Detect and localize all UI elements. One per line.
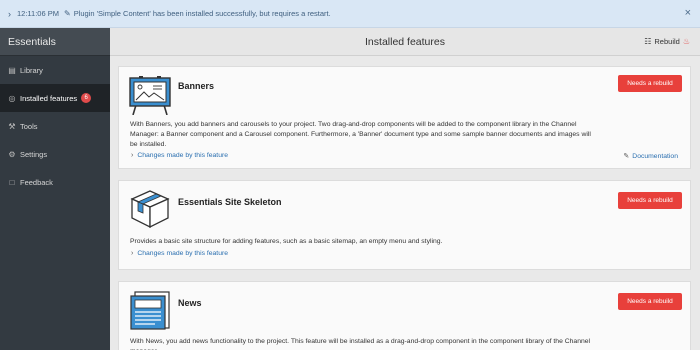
needs-rebuild-button[interactable]: Needs a rebuild (618, 75, 682, 92)
rebuild-label: Rebuild (654, 37, 680, 46)
feature-description: With Banners, you add banners and carous… (130, 121, 591, 148)
notification-bar: › 12:11:06 PM ✎ Plugin 'Simple Content' … (0, 0, 700, 28)
chevron-right-icon: › (131, 152, 134, 159)
changes-link[interactable]: › Changes made by this feature (131, 250, 228, 257)
notification-message: Plugin 'Simple Content' has been install… (73, 9, 331, 18)
chat-icon: □ (9, 177, 15, 187)
page-title: Installed features (365, 36, 445, 48)
sidebar-item-label: Tools (20, 121, 38, 131)
feature-card-news: News Needs a rebuild With News, you add … (118, 281, 691, 350)
changes-label: Changes made by this feature (137, 250, 229, 257)
feature-title: News (178, 298, 202, 308)
feature-description: Provides a basic site structure for addi… (130, 238, 443, 245)
changes-link[interactable]: › Changes made by this feature (131, 152, 228, 159)
sidebar-item-label: Installed features (20, 93, 78, 103)
bell-icon: ♨ (682, 37, 690, 46)
external-link-icon: ✎ (623, 153, 630, 160)
documentation-link[interactable]: ✎ Documentation (623, 152, 678, 161)
notification-time: 12:11:06 PM (17, 9, 59, 18)
rebuild-icon: ☷ (644, 37, 652, 46)
newspaper-icon (129, 290, 171, 330)
sidebar-item-settings[interactable]: ⚙ Settings (0, 140, 110, 168)
feature-title: Essentials Site Skeleton (178, 197, 282, 207)
edit-check-icon: ✎ (63, 9, 71, 18)
sidebar-item-feedback[interactable]: □ Feedback (0, 168, 110, 196)
installed-features-icon: ◎ (8, 93, 16, 103)
sidebar-item-label: Library (20, 65, 43, 75)
needs-rebuild-button[interactable]: Needs a rebuild (618, 192, 682, 209)
feature-card-site-skeleton: Essentials Site Skeleton Needs a rebuild… (118, 180, 691, 270)
box-icon (129, 189, 171, 229)
rebuild-button[interactable]: ☷ Rebuild ♨ (644, 37, 690, 46)
sidebar: Essentials ▤ Library ◎ Installed feature… (0, 28, 110, 350)
feature-card-banners: Banners Needs a rebuild With Banners, yo… (118, 66, 691, 169)
gear-icon: ⚙ (8, 149, 16, 159)
sidebar-item-installed-features[interactable]: ◎ Installed features 6 (0, 84, 110, 112)
feature-description: With News, you add news functionality to… (130, 338, 591, 350)
close-icon[interactable]: × (685, 7, 691, 19)
header-bar: Installed features ☷ Rebuild ♨ (110, 28, 700, 56)
sidebar-item-tools[interactable]: ⚒ Tools (0, 112, 110, 140)
banners-icon (129, 75, 171, 116)
sidebar-item-library[interactable]: ▤ Library (0, 56, 110, 84)
wrench-icon: ⚒ (8, 121, 16, 131)
main-content: Banners Needs a rebuild With Banners, yo… (110, 56, 700, 350)
library-icon: ▤ (8, 65, 16, 75)
sidebar-title: Essentials (0, 28, 110, 56)
sidebar-item-label: Feedback (20, 177, 53, 187)
feature-title: Banners (178, 81, 215, 91)
chevron-right-icon: › (131, 250, 134, 257)
needs-rebuild-button[interactable]: Needs a rebuild (618, 293, 682, 310)
changes-label: Changes made by this feature (137, 152, 229, 159)
sidebar-item-label: Settings (20, 149, 48, 159)
count-badge: 6 (81, 93, 92, 103)
chevron-right-icon[interactable]: › (8, 9, 11, 19)
documentation-label: Documentation (632, 152, 678, 160)
